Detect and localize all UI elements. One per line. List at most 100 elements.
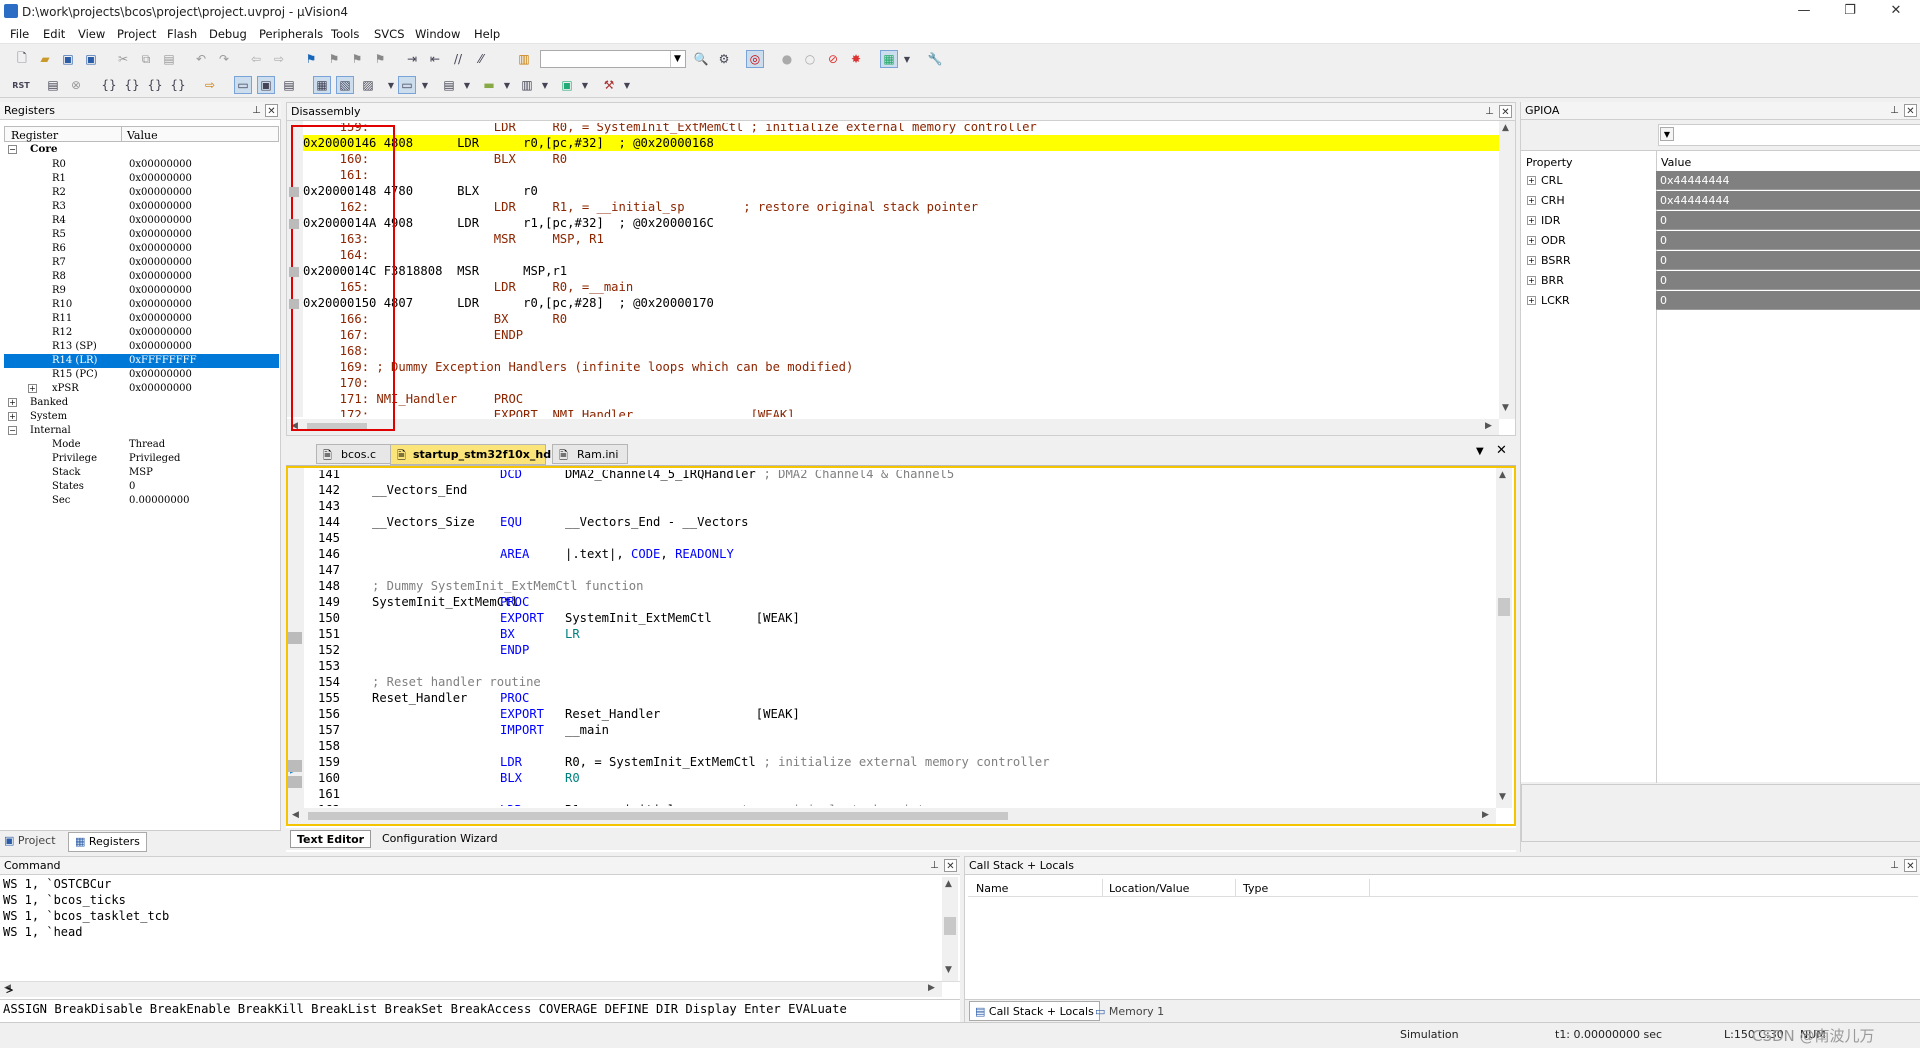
collapse-icon[interactable]: − <box>8 145 17 154</box>
gpioa-value[interactable]: 0 <box>1656 251 1920 270</box>
register-row[interactable]: R10 0x00000000 <box>4 298 279 312</box>
nav-forward-icon[interactable]: ⇨ <box>270 50 288 68</box>
scroll-up-icon[interactable]: ▲ <box>945 879 952 889</box>
layout-dropdown-icon[interactable]: ▼ <box>898 50 916 68</box>
code-line[interactable]: 145 <box>286 530 1486 546</box>
gpioa-row[interactable]: + CRL 0x44444444 <box>1525 171 1920 191</box>
code-line[interactable]: 154 ; Reset handler routine <box>286 674 1486 690</box>
chevron-down-icon[interactable]: ▼ <box>670 51 684 67</box>
run-to-cursor-icon[interactable]: {} <box>169 76 187 94</box>
menu-view[interactable]: View <box>78 27 105 41</box>
run-icon[interactable]: ▤ <box>44 76 62 94</box>
register-row[interactable]: R14 (LR) 0xFFFFFFFF <box>4 354 279 368</box>
register-row[interactable]: R3 0x00000000 <box>4 200 279 214</box>
disassembly-window-icon[interactable]: ▣ <box>257 76 275 94</box>
code-line[interactable]: 158 <box>286 738 1486 754</box>
register-row[interactable]: R2 0x00000000 <box>4 186 279 200</box>
bookmark-prev-icon[interactable]: ⚑ <box>325 50 343 68</box>
cut-icon[interactable]: ✂ <box>114 50 132 68</box>
open-folder-icon[interactable]: ▰ <box>36 50 54 68</box>
gpioa-value[interactable]: 0 <box>1656 231 1920 250</box>
call-stack-window-icon[interactable]: ▧ <box>336 76 354 94</box>
code-line[interactable]: 159 LDR R0, = SystemInit_ExtMemCtl ; initia… <box>286 754 1486 770</box>
chevron-down-icon[interactable]: ▼ <box>1660 127 1674 141</box>
reset-icon[interactable]: RST <box>12 76 30 94</box>
window-layout-icon[interactable]: ▦ <box>880 50 898 68</box>
disassembly-line[interactable]: 163: MSR MSP, R1 <box>303 231 1499 247</box>
gpioa-row[interactable]: + BSRR 0 <box>1525 251 1920 271</box>
menu-project[interactable]: Project <box>117 27 156 41</box>
find-combo[interactable] <box>540 50 686 68</box>
scroll-up-icon[interactable]: ▲ <box>1499 470 1506 480</box>
trace-dropdown-icon[interactable]: ▼ <box>536 76 554 94</box>
disassembly-line[interactable]: 172: EXPORT NMI_Handler [WEAK] <box>303 407 1499 417</box>
tab-registers[interactable]: ▦ Registers <box>68 832 147 852</box>
scroll-right-icon[interactable]: ▶ <box>1482 810 1489 820</box>
memory-window-icon[interactable]: ▭ <box>398 76 416 94</box>
step-out-icon[interactable]: {} <box>146 76 164 94</box>
expand-icon[interactable]: + <box>1527 296 1536 305</box>
insert-breakpoint-icon[interactable]: ● <box>778 50 796 68</box>
code-line[interactable]: 149 SystemInit_ExtMemCtl PROC <box>286 594 1486 610</box>
register-row[interactable]: R6 0x00000000 <box>4 242 279 256</box>
disassembly-hscroll[interactable]: ◀ ▶ <box>287 419 1499 435</box>
gpioa-value[interactable]: 0 <box>1656 271 1920 290</box>
toolbox-dropdown-icon[interactable]: ▼ <box>618 76 636 94</box>
collapse-icon[interactable]: − <box>8 426 17 435</box>
scroll-up-icon[interactable]: ▲ <box>1502 123 1509 133</box>
restore-icon[interactable]: ❐ <box>1830 2 1870 22</box>
menu-edit[interactable]: Edit <box>43 27 65 41</box>
menu-svcs[interactable]: SVCS <box>374 27 405 41</box>
bookmark-icon[interactable]: ⚑ <box>302 50 320 68</box>
disassembly-line[interactable]: 169: ; Dummy Exception Handlers (infinit… <box>303 359 1499 375</box>
tab-memory-1[interactable]: ▭ Memory 1 <box>1095 1005 1164 1018</box>
system-viewer-icon[interactable]: ▣ <box>558 76 576 94</box>
serial-window-icon[interactable]: ▤ <box>440 76 458 94</box>
pin-icon[interactable]: ⊥ <box>1483 105 1496 118</box>
enable-breakpoint-icon[interactable]: ○ <box>801 50 819 68</box>
code-line[interactable]: 156 EXPORT Reset_Handler [WEAK] <box>286 706 1486 722</box>
code-line[interactable]: 155 Reset_Handler PROC <box>286 690 1486 706</box>
editor-code[interactable]: 141 DCD DMA2_Channel4_5_IRQHandler ; DMA2 C… <box>286 470 1496 806</box>
code-line[interactable]: 144 __Vectors_Size EQU __Vectors_End - __Ve… <box>286 514 1486 530</box>
symbols-window-icon[interactable]: ▤ <box>280 76 298 94</box>
expand-icon[interactable]: + <box>28 384 37 393</box>
scroll-down-icon[interactable]: ▼ <box>945 965 952 975</box>
tab-configuration-wizard[interactable]: Configuration Wizard <box>382 832 498 845</box>
register-row[interactable]: R0 0x00000000 <box>4 158 279 172</box>
find-icon[interactable]: 🔍 <box>692 50 710 68</box>
gpioa-row[interactable]: + CRH 0x44444444 <box>1525 191 1920 211</box>
code-line[interactable]: 147 <box>286 562 1486 578</box>
redo-icon[interactable]: ↷ <box>215 50 233 68</box>
disable-breakpoints-icon[interactable]: ⊘ <box>824 50 842 68</box>
disassembly-line[interactable]: 166: BX R0 <box>303 311 1499 327</box>
expand-icon[interactable]: + <box>8 412 17 421</box>
register-row[interactable]: R12 0x00000000 <box>4 326 279 340</box>
core-group[interactable]: Core <box>30 143 58 155</box>
find-in-files-icon[interactable]: ▥ <box>515 50 533 68</box>
disassembly-line[interactable]: 0x2000014C F3818808 MSR MSP,r1 <box>303 263 1499 279</box>
expand-icon[interactable]: + <box>1527 176 1536 185</box>
register-row[interactable]: R7 0x00000000 <box>4 256 279 270</box>
undo-icon[interactable]: ↶ <box>192 50 210 68</box>
tab-startup-file[interactable]: 🗎 startup_stm32f10x_hd.s <box>390 444 562 465</box>
disassembly-line[interactable]: 0x2000014A 4908 LDR r1,[pc,#32] ; @0x200… <box>303 215 1499 231</box>
trace-window-icon[interactable]: ▥ <box>518 76 536 94</box>
disassembly-line[interactable]: 164: <box>303 247 1499 263</box>
menu-flash[interactable]: Flash <box>167 27 197 41</box>
code-line[interactable]: 146 AREA |.text|, CODE, READONLY <box>286 546 1486 562</box>
register-row[interactable]: R11 0x00000000 <box>4 312 279 326</box>
save-icon[interactable]: ▣ <box>59 50 77 68</box>
menu-file[interactable]: File <box>10 27 29 41</box>
registers-window-icon[interactable]: ▦ <box>313 76 331 94</box>
scroll-right-icon[interactable]: ▶ <box>1485 421 1492 431</box>
nav-back-icon[interactable]: ⇦ <box>247 50 265 68</box>
uncomment-icon[interactable]: ⁄⁄ <box>472 50 490 68</box>
unindent-icon[interactable]: ⇤ <box>426 50 444 68</box>
expand-icon[interactable]: + <box>1527 216 1536 225</box>
menu-help[interactable]: Help <box>474 27 500 41</box>
gpioa-selector[interactable] <box>1658 124 1920 146</box>
memory-dropdown-icon[interactable]: ▼ <box>416 76 434 94</box>
gpioa-row[interactable]: + LCKR 0 <box>1525 291 1920 311</box>
kill-breakpoints-icon[interactable]: ✸ <box>847 50 865 68</box>
